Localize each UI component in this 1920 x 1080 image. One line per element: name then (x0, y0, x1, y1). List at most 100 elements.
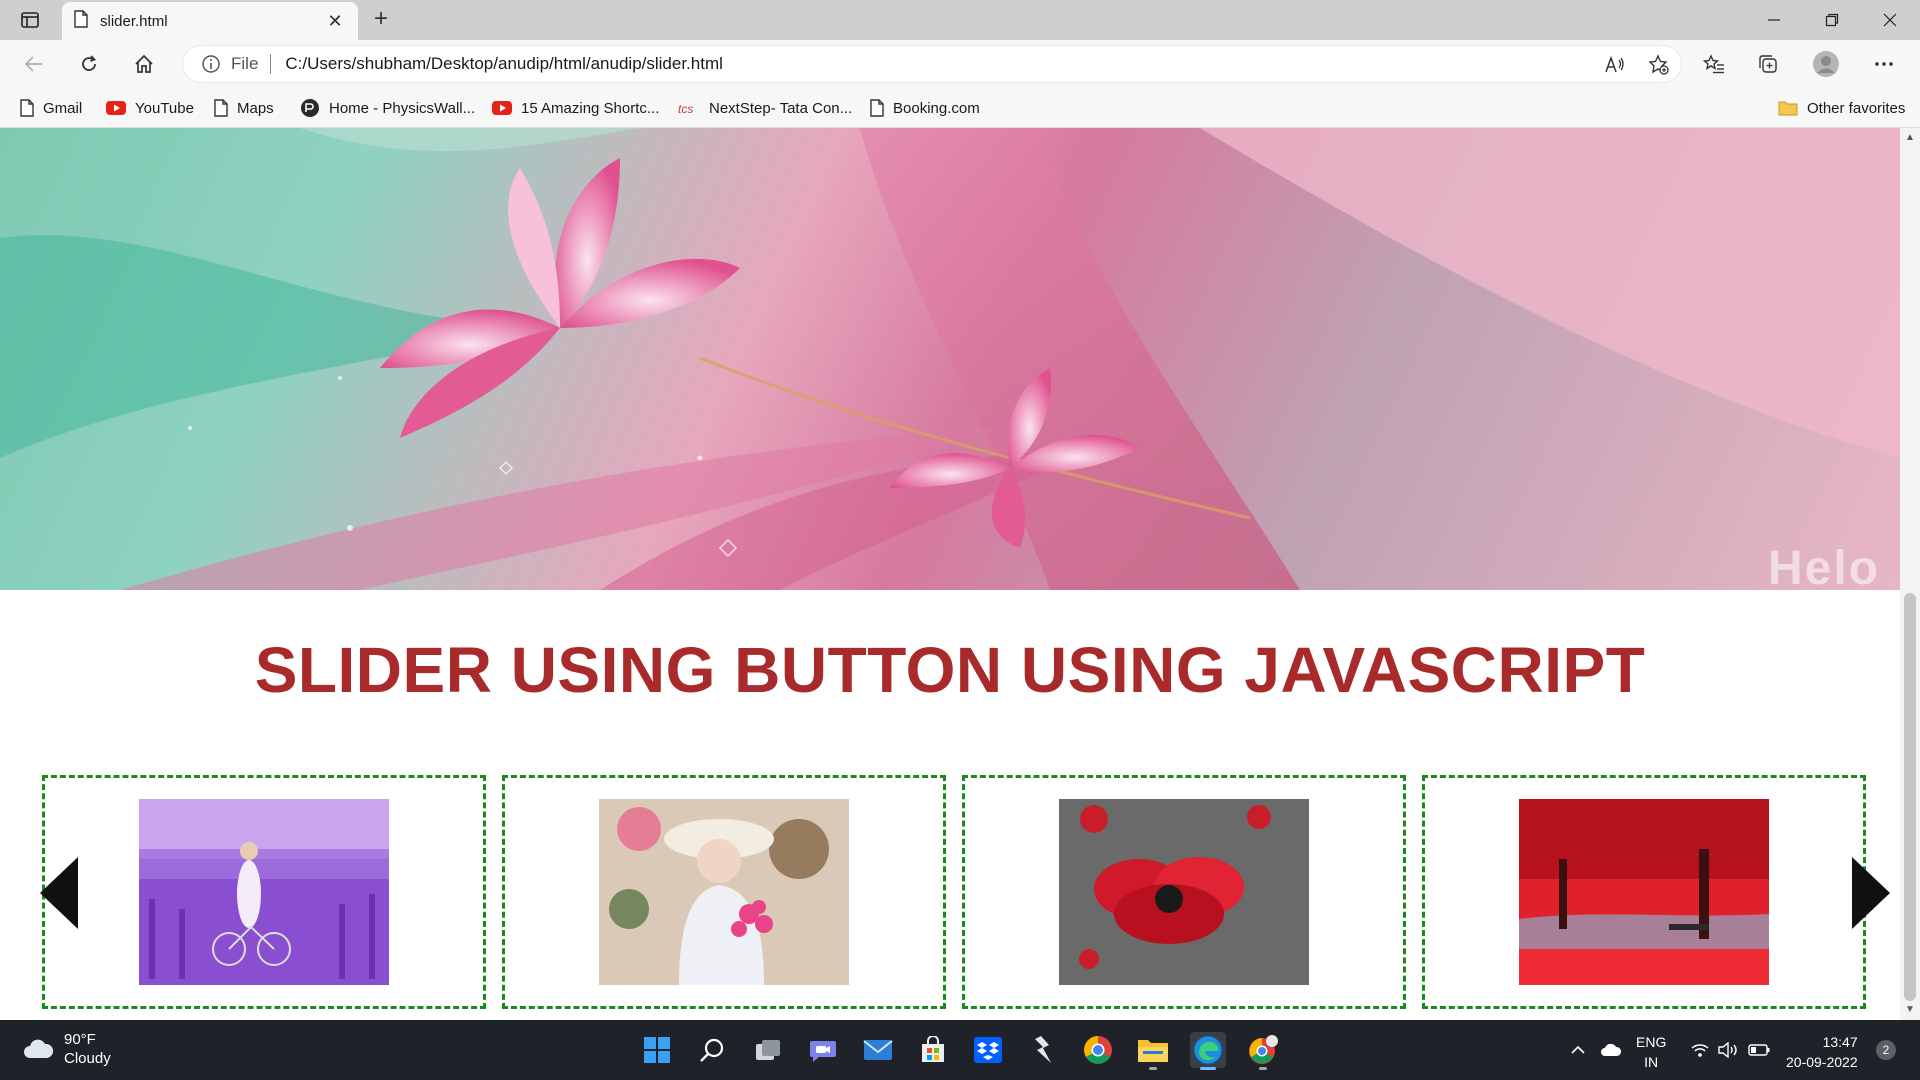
wifi-tray[interactable] (1690, 1020, 1710, 1080)
clock-time: 13:47 (1822, 1034, 1858, 1050)
tab-slider-html[interactable]: slider.html ✕ (62, 2, 358, 40)
page-icon (214, 99, 228, 117)
running-indicator (1259, 1067, 1267, 1070)
weather-widget[interactable]: 90°F Cloudy (22, 1030, 111, 1068)
chevron-up-icon (1571, 1045, 1585, 1054)
url-text[interactable]: C:/Users/shubham/Desktop/anudip/html/anu… (285, 54, 723, 74)
star-add-icon (1648, 54, 1669, 75)
tab-actions-button[interactable] (14, 8, 46, 32)
avatar-icon (1813, 51, 1839, 77)
search-icon (700, 1038, 724, 1062)
edge-button[interactable] (1190, 1032, 1226, 1070)
onedrive-tray[interactable] (1600, 1020, 1622, 1080)
vertical-scrollbar[interactable]: ▲ ▼ (1900, 128, 1920, 1020)
next-slide-button[interactable] (1848, 855, 1894, 931)
other-favorites-label: Other favorites (1807, 99, 1906, 117)
favorites-list-icon (1703, 54, 1724, 74)
youtube-icon (106, 101, 126, 115)
home-icon (135, 54, 153, 73)
favorite-gmail[interactable]: Gmail (20, 96, 82, 120)
image-slider (0, 775, 1900, 1009)
language-indicator[interactable]: ENG IN (1636, 1032, 1666, 1072)
notification-badge[interactable]: 2 (1876, 1040, 1896, 1060)
slide-image-red-park (1519, 799, 1769, 985)
favorites-button[interactable] (1696, 48, 1732, 80)
weather-description: Cloudy (64, 1050, 111, 1067)
winamp-button[interactable] (1025, 1032, 1061, 1068)
minimize-button[interactable] (1746, 0, 1802, 40)
slide-card-1 (42, 775, 486, 1009)
battery-tray[interactable] (1748, 1020, 1770, 1080)
mail-button[interactable] (860, 1032, 896, 1068)
teams-chat-button[interactable] (805, 1032, 841, 1068)
running-indicator (1149, 1067, 1157, 1070)
restore-icon (1825, 13, 1839, 27)
page-icon (870, 99, 884, 117)
page-icon (20, 99, 34, 117)
tab-close-icon[interactable]: ✕ (324, 11, 346, 32)
file-explorer-button[interactable] (1135, 1032, 1171, 1070)
windows-logo-icon (644, 1037, 670, 1063)
add-favorite-button[interactable] (1637, 46, 1681, 84)
home-button[interactable] (126, 48, 162, 80)
favorite-physicswallah[interactable]: Home - PhysicsWall... (300, 96, 475, 120)
address-bar[interactable]: File C:/Users/shubham/Desktop/anudip/htm… (182, 45, 1682, 83)
slide-card-3 (962, 775, 1406, 1009)
search-button[interactable] (694, 1032, 730, 1068)
microsoft-store-button[interactable] (915, 1032, 951, 1068)
scrollbar-thumb[interactable] (1904, 593, 1916, 1001)
favorite-label: Maps (237, 99, 274, 117)
new-tab-button[interactable]: + (366, 6, 396, 34)
battery-icon (1748, 1044, 1770, 1056)
youtube-icon (492, 101, 512, 115)
favorite-label: YouTube (135, 99, 194, 117)
hero-illustration (0, 128, 1900, 590)
scroll-up-arrow-icon[interactable]: ▲ (1905, 132, 1915, 143)
profile-button[interactable] (1808, 48, 1844, 80)
folder-icon (1778, 100, 1798, 116)
dropbox-button[interactable] (970, 1032, 1006, 1068)
prev-slide-button[interactable] (36, 855, 82, 931)
favorite-label: Gmail (43, 99, 83, 117)
collections-icon (1759, 55, 1777, 73)
slide-image-red-poppy (1059, 799, 1309, 985)
slide-image-lavender (139, 799, 389, 985)
scheme-label: File (231, 54, 259, 73)
show-hidden-icons-button[interactable] (1570, 1020, 1586, 1080)
teams-chat-icon (810, 1041, 836, 1062)
back-arrow-icon (24, 56, 42, 72)
page-heading: SLIDER USING BUTTON USING JAVASCRIPT (254, 634, 1646, 706)
cloud-icon (24, 1039, 54, 1058)
refresh-button[interactable] (71, 48, 107, 80)
read-aloud-button[interactable] (1593, 46, 1637, 84)
tab-title: slider.html (100, 12, 168, 30)
info-icon (202, 55, 220, 73)
favorite-amazing-shortcuts[interactable]: 15 Amazing Shortc... (492, 96, 659, 120)
clock-date: 20-09-2022 (1786, 1054, 1858, 1070)
slide-image-girl-flowers (599, 799, 849, 985)
volume-tray[interactable] (1718, 1020, 1740, 1080)
back-button[interactable] (16, 48, 52, 80)
close-window-button[interactable] (1862, 0, 1918, 40)
task-view-button[interactable] (750, 1032, 786, 1068)
favorite-booking[interactable]: Booking.com (870, 96, 980, 120)
scroll-down-arrow-icon[interactable]: ▼ (1905, 1004, 1915, 1015)
favorites-bar: Gmail YouTube Maps Home - PhysicsWall...… (0, 88, 1920, 128)
collections-button[interactable] (1750, 48, 1786, 80)
favorite-label: NextStep- Tata Con... (709, 99, 853, 117)
other-favorites[interactable]: Other favorites (1778, 96, 1905, 120)
start-button[interactable] (639, 1032, 675, 1068)
favorite-youtube[interactable]: YouTube (106, 96, 194, 120)
restore-button[interactable] (1804, 0, 1860, 40)
refresh-icon (82, 55, 97, 71)
favorite-maps[interactable]: Maps (214, 96, 274, 120)
dropbox-icon (974, 1037, 1002, 1063)
chrome-profile-icon (1249, 1035, 1278, 1064)
chrome-button[interactable] (1080, 1032, 1116, 1068)
chrome-profile-button[interactable] (1245, 1032, 1281, 1070)
clock[interactable]: 13:47 20-09-2022 (1786, 1032, 1858, 1072)
slide-card-2 (502, 775, 946, 1009)
favorite-nextstep-tcs[interactable]: tcs NextStep- Tata Con... (678, 96, 852, 120)
favorite-label: 15 Amazing Shortc... (521, 99, 660, 117)
settings-menu-button[interactable] (1866, 48, 1902, 80)
